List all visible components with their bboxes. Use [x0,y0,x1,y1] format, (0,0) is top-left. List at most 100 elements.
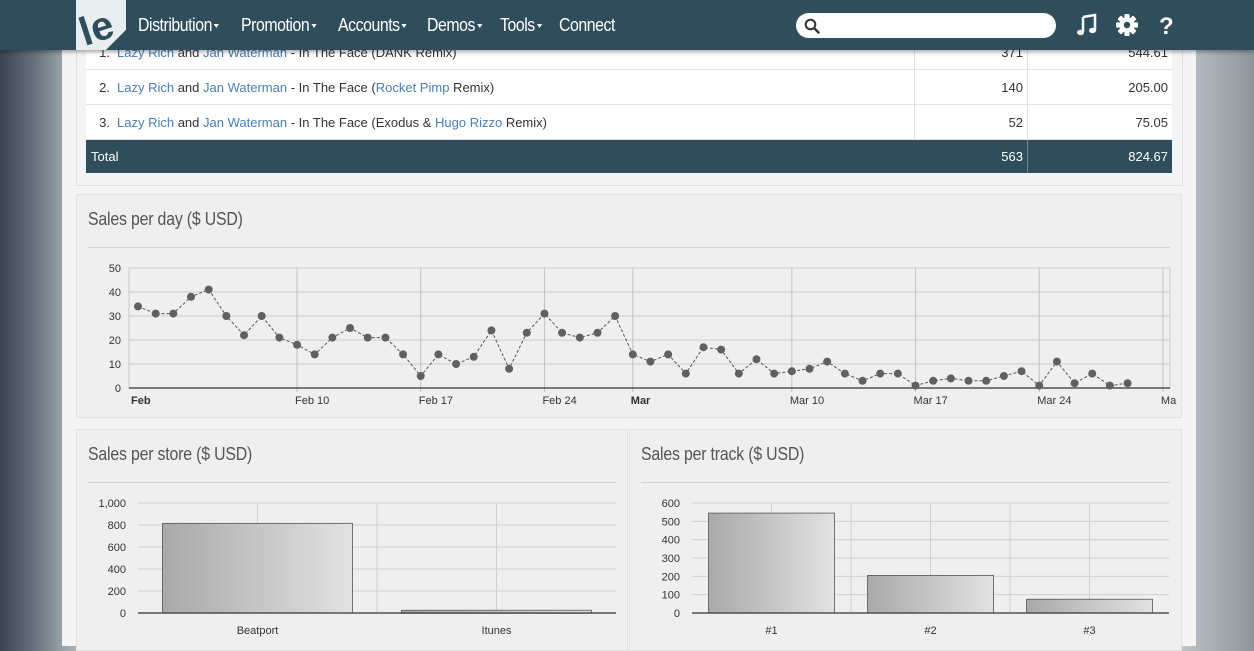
data-point [699,343,708,352]
search-input[interactable] [826,16,1050,36]
data-point [593,328,602,337]
data-point [1123,379,1132,388]
x-tick-label: Feb 17 [419,395,453,407]
data-point [929,376,938,385]
data-point [1052,357,1061,366]
data-point [611,312,620,320]
data-point [1088,369,1097,378]
nav-connect[interactable]: Connect [559,15,615,36]
data-point [628,350,637,359]
le-logo-icon[interactable]: le [76,0,126,50]
nav-accounts[interactable]: Accounts [338,15,407,36]
nav-tools[interactable]: Tools [500,15,542,36]
data-point [469,352,478,361]
remixer-link[interactable]: Hugo Rizzo [435,115,502,130]
y-tick-label: 400 [662,535,680,547]
gear-icon[interactable] [1115,13,1139,37]
data-point [505,364,514,373]
music-icon[interactable] [1075,13,1099,37]
data-point [1035,381,1044,390]
y-tick-label: 0 [120,608,126,620]
bar [867,575,994,614]
remixer-link[interactable]: Rocket Pimp [376,80,450,95]
sales-per-track-chart: 0 100 200 300 400 500 600 #1 #2 #3 [662,498,1169,637]
qty-cell: 52 [914,104,1028,140]
nav-promotion[interactable]: Promotion [241,15,317,36]
bar [708,512,835,614]
data-point [575,333,584,342]
data-point [363,333,372,342]
row-number: 2. [86,69,113,105]
artist-link[interactable]: Jan Waterman [203,115,287,130]
total-label: Total [86,139,915,173]
data-point [664,350,673,359]
x-tick-label: Mar 24 [1037,395,1071,407]
y-tick-label: 400 [108,564,126,576]
data-point [222,312,231,320]
data-point [275,333,284,342]
bar [162,522,353,614]
total-amount: 824.67 [1027,139,1172,173]
data-point [151,309,160,318]
artist-link[interactable]: Jan Waterman [203,80,287,95]
svg-text:?: ? [1159,13,1174,37]
y-tick-label: 600 [108,542,126,554]
sales-table-panel: 1. Lazy Rich and Jan Waterman - In The Fa… [76,34,1183,186]
plot-area [128,267,1171,389]
artist-link[interactable]: Lazy Rich [117,80,174,95]
y-tick-label: 0 [674,608,680,620]
x-tick-label: Mar 17 [914,395,948,407]
y-tick-label: 1,000 [98,498,126,510]
x-tick-label: Feb 24 [542,395,576,407]
nav-label: Tools [500,14,535,35]
x-category-label: #3 [1083,625,1095,637]
data-point [1105,381,1114,390]
artist-link[interactable]: Lazy Rich [117,115,174,130]
caret-down-icon [476,23,482,28]
data-point [416,372,425,380]
data-point [204,285,213,294]
caret-down-icon [536,23,542,28]
title-text: - In The Face ( [290,79,376,95]
data-point [134,302,142,311]
x-tick-label: Mar [631,395,651,407]
x-category-label: Itunes [482,625,512,637]
y-tick-label: 100 [662,590,680,602]
data-point [1070,379,1079,388]
y-tick-label: 300 [662,553,680,565]
data-point [734,369,743,378]
search-box[interactable] [796,13,1056,38]
data-point [381,333,390,342]
search-icon [804,18,820,34]
sales-per-day-panel: Sales per day ($ USD) 0 10 20 30 40 50 Feb Feb … [76,194,1182,418]
bar [1026,598,1153,614]
y-tick-label: 600 [662,498,680,510]
and-text: and [177,114,200,130]
nav-distribution[interactable]: Distribution [138,15,220,36]
x-tick-label: Ma [1161,395,1177,407]
data-point [558,328,567,337]
data-point [840,369,849,378]
x-category-label: #2 [924,625,936,637]
nav-demos[interactable]: Demos [427,15,482,36]
data-point [257,312,266,320]
data-point [752,355,761,364]
data-point [646,357,655,366]
y-tick-label: 200 [662,571,680,583]
y-tick-label: 0 [115,383,121,395]
data-point [787,367,796,376]
data-point [522,328,531,337]
sales-table: 1. Lazy Rich and Jan Waterman - In The Fa… [86,35,1172,173]
help-icon[interactable]: ? [1154,13,1178,37]
title-text: Remix) [449,79,495,95]
data-point [681,369,690,378]
x-tick-label: Mar 10 [790,395,824,407]
sales-per-store-chart: 0 200 400 600 800 1,000 Beatport Itunes [98,498,616,637]
x-tick-label: Feb 10 [295,395,329,407]
data-point [540,309,549,318]
sales-per-day-chart: 0 10 20 30 40 50 Feb Feb 10 Feb 17 Feb 24 Mar Mar 1… [109,263,1177,407]
data-point [717,345,726,354]
y-tick-label: 10 [109,359,121,371]
y-tick-label: 20 [109,335,121,347]
data-point [999,372,1008,380]
